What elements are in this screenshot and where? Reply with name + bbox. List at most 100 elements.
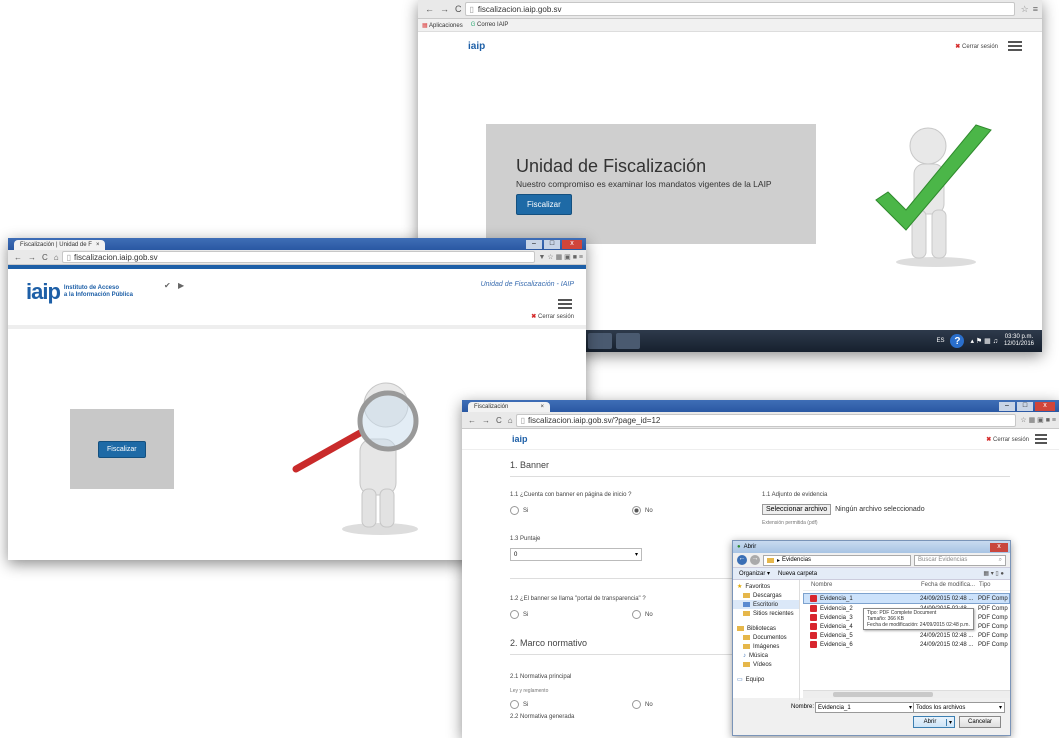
cancel-button[interactable]: Cancelar	[959, 716, 1001, 728]
forward-icon[interactable]: →	[482, 416, 490, 425]
browser-tab[interactable]: Fiscalización | Unidad de F ×	[14, 240, 106, 250]
close-window-button[interactable]: x	[562, 240, 582, 249]
maximize-button[interactable]: □	[544, 240, 560, 249]
hamburger-menu-icon[interactable]	[1008, 39, 1022, 53]
tree-recientes[interactable]: Sitios recientes	[733, 609, 799, 618]
open-button[interactable]: Abrir ▾	[913, 716, 955, 728]
fiscalizar-button[interactable]: Fiscalizar	[98, 441, 146, 458]
browser-tab[interactable]: Fiscalización ×	[468, 402, 550, 412]
col-name[interactable]: Nombre	[803, 582, 921, 588]
radio-no-3[interactable]: No	[632, 700, 653, 709]
open-file-dialog: ● Abrir x ← → ▸ Evidencias Buscar Eviden…	[732, 540, 1011, 736]
pdf-icon	[810, 614, 817, 621]
tree-descargas[interactable]: Descargas	[733, 591, 799, 600]
back-icon[interactable]: ←	[425, 4, 434, 14]
tree-imagenes[interactable]: Imágenes	[733, 642, 799, 651]
close-window-button[interactable]: x	[1035, 402, 1055, 411]
radio-no-1[interactable]: No	[632, 506, 653, 515]
path-bar[interactable]: ▸ Evidencias	[763, 554, 911, 566]
minimize-button[interactable]: –	[526, 240, 542, 249]
logout-link[interactable]: ✖ Cerrar sesión	[955, 43, 998, 50]
system-tray-icons[interactable]: ▴ ⚑ ▦ ♫	[970, 337, 998, 345]
logout-link[interactable]: ✖ Cerrar sesión	[531, 313, 574, 320]
no-file-text: Ningún archivo seleccionado	[835, 506, 925, 513]
star-icon[interactable]: ☆	[1021, 4, 1029, 15]
reload-icon[interactable]: C	[496, 416, 502, 425]
language-indicator[interactable]: ES	[936, 338, 944, 344]
help-icon[interactable]: ?	[950, 334, 965, 348]
section-title-banner: 1. Banner	[510, 460, 550, 470]
iaip-logo[interactable]: iaip	[468, 41, 485, 52]
apps-icon: ▦	[422, 22, 428, 29]
apps-bookmark[interactable]: ▦ Aplicaciones	[422, 22, 463, 29]
home-icon[interactable]: ⌂	[508, 416, 513, 425]
view-icons[interactable]: ▦ ▾ ▯ ●	[983, 570, 1004, 577]
organize-button[interactable]: Organizar ▾	[739, 570, 770, 577]
youtube-icon[interactable]: ▶	[178, 281, 184, 290]
search-box[interactable]: Buscar Evidencias ⌕	[914, 554, 1006, 566]
back-icon[interactable]: ←	[737, 555, 747, 565]
radio-si-1[interactable]: Si	[510, 506, 528, 515]
file-type-filter[interactable]: Todos los archivos ▾	[913, 702, 1005, 713]
back-icon[interactable]: ←	[468, 416, 476, 425]
file-row[interactable]: Evidencia_6 24/09/2015 02:48 ... PDF Comp	[803, 640, 1010, 649]
logout-link[interactable]: ✖ Cerrar sesión	[986, 436, 1029, 443]
tree-bibliotecas[interactable]: Bibliotecas	[733, 624, 799, 633]
minimize-button[interactable]: –	[999, 402, 1015, 411]
forward-icon[interactable]: →	[750, 555, 760, 565]
select-file-button[interactable]: Seleccionar archivo	[762, 504, 832, 515]
tree-equipo[interactable]: ▭ Equipo	[733, 675, 799, 684]
reload-icon[interactable]: C	[42, 253, 48, 262]
tree-musica[interactable]: ♪ Música	[733, 651, 799, 660]
file-row[interactable]: Evidencia_5 24/09/2015 02:48 ... PDF Comp	[803, 631, 1010, 640]
address-bar[interactable]: ▯ fiscalizacion.iaip.gob.sv	[61, 251, 535, 263]
site-header: iaip Instituto de Acceso a la Informació…	[8, 269, 586, 329]
tree-documentos[interactable]: Documentos	[733, 633, 799, 642]
back-icon[interactable]: ←	[14, 253, 22, 262]
iaip-logo[interactable]: iaip	[512, 434, 528, 444]
forward-icon[interactable]: →	[440, 4, 449, 14]
dialog-close-button[interactable]: x	[990, 542, 1008, 552]
address-bar[interactable]: ▯ fiscalizacion.iaip.gob.sv	[464, 2, 1015, 16]
address-bar[interactable]: ▯ fiscalizacion.iaip.gob.sv/?page_id=12	[515, 413, 1017, 427]
tab-title: Fiscalización | Unidad de F	[20, 242, 92, 248]
tree-escritorio[interactable]: Escritorio	[733, 600, 799, 609]
menu-icon[interactable]: ≡	[1033, 4, 1038, 14]
file-row[interactable]: Evidencia_1 24/09/2015 02:48 ... PDF Comp	[803, 593, 1010, 604]
reload-icon[interactable]: C	[455, 4, 462, 14]
extension-icons[interactable]: ▼ ☆ ▦ ▣ ■ ≡	[539, 253, 583, 261]
mail-bookmark[interactable]: G Correo IAIP	[471, 22, 509, 28]
hamburger-menu-icon[interactable]	[558, 297, 572, 311]
horizontal-scrollbar[interactable]	[803, 690, 1010, 698]
taskbar-app-icon[interactable]	[588, 333, 612, 349]
twitter-icon[interactable]: ✔	[164, 281, 171, 290]
maximize-button[interactable]: □	[1017, 402, 1033, 411]
hamburger-menu-icon[interactable]	[1035, 432, 1047, 446]
question-2-2: 2.2 Normativa generada	[510, 714, 575, 720]
tab-close-icon[interactable]: ×	[540, 404, 544, 410]
folder-icon	[767, 557, 774, 563]
iaip-logo[interactable]: iaip Instituto de Acceso a la Informació…	[26, 279, 133, 305]
filename-input[interactable]: Evidencia_1 ▾	[815, 702, 915, 713]
page-icon: ▯	[469, 4, 474, 14]
chevron-down-icon: ▾	[998, 705, 1002, 711]
tree-favoritos[interactable]: ★ Favoritos	[733, 582, 799, 591]
extension-icons[interactable]: ☆ ▦ ▣ ■ ≡	[1020, 416, 1056, 424]
home-icon[interactable]: ⌂	[54, 253, 59, 262]
radio-si-2[interactable]: Si	[510, 610, 528, 619]
score-select[interactable]: 0 ▾	[510, 548, 642, 561]
radio-no-2[interactable]: No	[632, 610, 653, 619]
fiscalizar-button[interactable]: Fiscalizar	[516, 194, 572, 215]
col-date[interactable]: Fecha de modifica...	[921, 582, 979, 588]
forward-icon[interactable]: →	[28, 253, 36, 262]
col-type[interactable]: Tipo	[979, 582, 990, 588]
taskbar-app-icon[interactable]	[616, 333, 640, 349]
radio-si-3[interactable]: Si	[510, 700, 528, 709]
clock-time: 03:30 p.m.	[1004, 334, 1034, 340]
file-list: Nombre Fecha de modifica... Tipo Evidenc…	[803, 580, 1010, 698]
site-header: iaip ✖ Cerrar sesión	[462, 429, 1059, 450]
tab-close-icon[interactable]: ×	[96, 242, 100, 248]
tree-videos[interactable]: Vídeos	[733, 660, 799, 669]
new-folder-button[interactable]: Nueva carpeta	[778, 571, 817, 577]
star-icon: ★	[737, 584, 743, 590]
